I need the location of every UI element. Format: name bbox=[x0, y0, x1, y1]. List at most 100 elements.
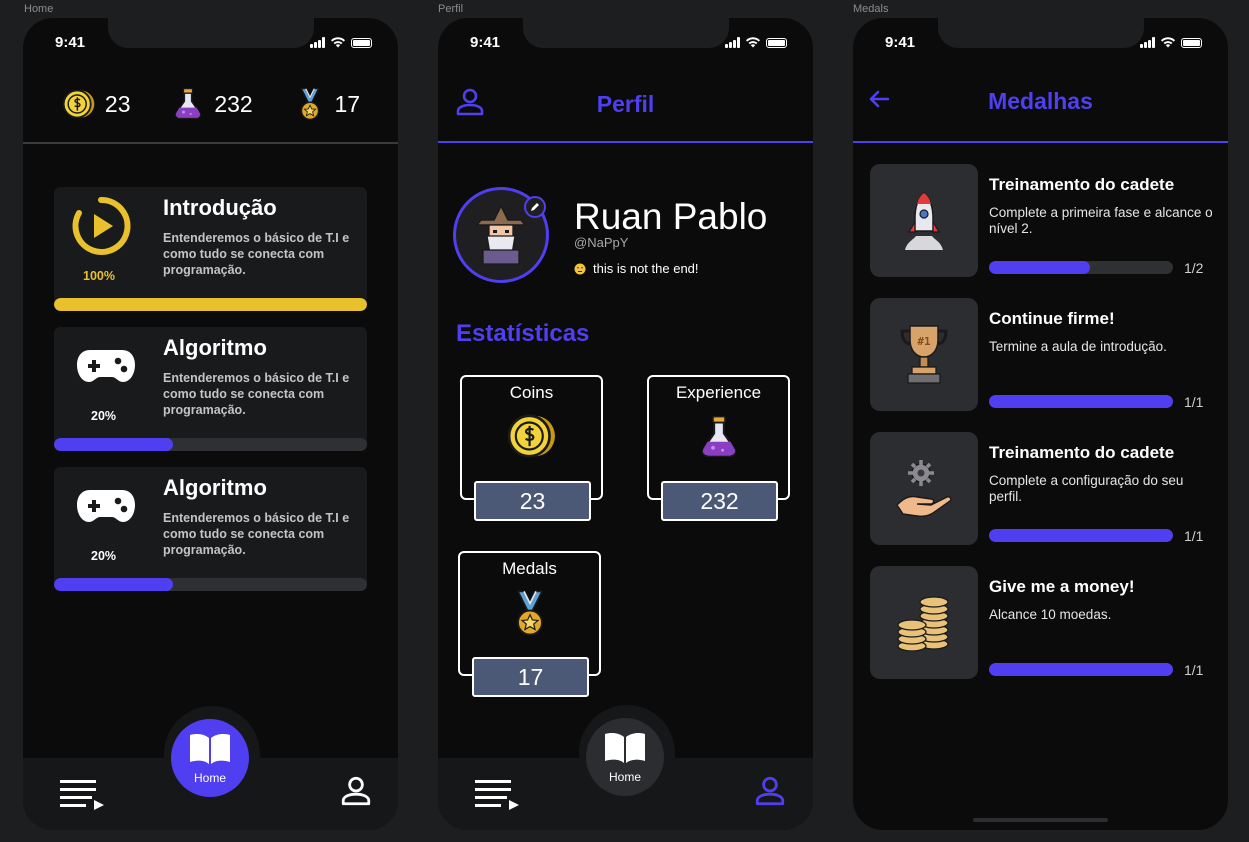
trophy-icon: #1 bbox=[900, 324, 948, 384]
divider bbox=[23, 142, 398, 144]
coins-label: Coins bbox=[509, 383, 554, 402]
medal-count: 1/1 bbox=[1184, 662, 1204, 678]
course-title: Introdução bbox=[163, 195, 277, 220]
wifi-icon bbox=[1161, 37, 1175, 48]
notch bbox=[108, 18, 314, 48]
medal-icon bbox=[506, 585, 554, 641]
page-title: Perfil bbox=[596, 91, 655, 117]
course-progress-bar bbox=[54, 578, 367, 591]
header-divider bbox=[853, 141, 1228, 143]
medal-image bbox=[870, 432, 978, 545]
course-title: Algoritmo bbox=[163, 475, 267, 500]
status-icons bbox=[725, 37, 787, 48]
tab-home-label: Home bbox=[608, 769, 641, 784]
course-progress-bar bbox=[54, 298, 367, 311]
gamepad-icon bbox=[76, 348, 136, 384]
medal-count: 1/2 bbox=[1184, 260, 1204, 276]
frame-label-perfil: Perfil bbox=[438, 3, 464, 15]
course-title: Algoritmo bbox=[163, 335, 267, 360]
medal-icon bbox=[293, 86, 327, 122]
status-time: 9:41 bbox=[470, 34, 501, 51]
coins-stat: 23 bbox=[61, 86, 131, 122]
medal-count: 1/1 bbox=[1184, 394, 1204, 410]
tab-profile-icon[interactable] bbox=[753, 774, 787, 808]
medals-value: 17 bbox=[334, 90, 361, 117]
wifi-icon bbox=[331, 37, 345, 48]
tab-profile-icon[interactable] bbox=[339, 774, 373, 808]
medals-screen: 9:41 Medalhas Treinamento do cadete Comp… bbox=[853, 18, 1228, 830]
wifi-icon bbox=[746, 37, 760, 48]
course-card[interactable]: Introdução Entenderemos o básico de T.I … bbox=[54, 187, 367, 311]
notch bbox=[523, 18, 729, 48]
course-progress-bar bbox=[54, 438, 367, 451]
course-progress-label: 20% bbox=[91, 549, 117, 563]
battery-icon bbox=[1181, 37, 1202, 48]
potion-icon bbox=[170, 86, 206, 122]
experience-value-box: 232 bbox=[661, 481, 778, 521]
coin-icon bbox=[61, 86, 97, 122]
experience-stat: 232 bbox=[170, 86, 253, 122]
course-card[interactable]: Algoritmo Entenderemos o básico de T.I e… bbox=[54, 467, 367, 591]
notch bbox=[938, 18, 1144, 48]
currency-bar: 23 232 17 bbox=[23, 86, 398, 122]
tab-home-button[interactable]: Home bbox=[586, 718, 664, 796]
medal-title: Treinamento do cadete bbox=[989, 175, 1175, 194]
frame-label-medals: Medals bbox=[853, 3, 889, 15]
course-description: Entenderemos o básico de T.I e como tudo… bbox=[163, 231, 350, 277]
medal-description: Complete a primeira fase e alcance o nív… bbox=[989, 205, 1213, 236]
trophy-text: #1 bbox=[917, 335, 931, 348]
status-icons bbox=[1140, 37, 1202, 48]
play-circle-icon bbox=[72, 196, 131, 255]
course-progress-label: 20% bbox=[91, 409, 117, 423]
battery-icon bbox=[351, 37, 372, 48]
coin-stack-icon bbox=[897, 595, 949, 652]
tab-home-label: Home bbox=[193, 770, 226, 785]
signal-icon bbox=[725, 37, 740, 48]
course-description: Entenderemos o básico de T.I e como tudo… bbox=[163, 511, 350, 557]
medal-description: Complete a configuração do seu perfil. bbox=[989, 473, 1184, 504]
medal-title: Treinamento do cadete bbox=[989, 443, 1175, 462]
signal-icon bbox=[310, 37, 325, 48]
course-card[interactable]: Algoritmo Entenderemos o básico de T.I e… bbox=[54, 327, 367, 451]
status-time: 9:41 bbox=[55, 34, 86, 51]
tab-list-icon[interactable] bbox=[60, 778, 106, 810]
emoji-icon bbox=[574, 263, 586, 274]
potion-icon bbox=[695, 409, 743, 465]
medal-progress-bar bbox=[989, 395, 1173, 408]
battery-icon bbox=[766, 37, 787, 48]
medal-progress-bar bbox=[989, 261, 1173, 274]
medals-label: Medals bbox=[502, 559, 557, 578]
edit-avatar-button[interactable] bbox=[524, 196, 546, 218]
experience-label: Experience bbox=[675, 383, 762, 402]
profile-handle: @NaPpY bbox=[574, 235, 629, 250]
coin-icon bbox=[505, 409, 559, 463]
page-title: Medalhas bbox=[988, 88, 1093, 114]
home-screen: 9:41 23 232 17 Introdução Entenderemos o… bbox=[23, 18, 398, 830]
home-indicator bbox=[973, 818, 1108, 822]
medal-count: 1/1 bbox=[1184, 528, 1204, 544]
experience-value: 232 bbox=[214, 90, 253, 117]
signal-icon bbox=[1140, 37, 1155, 48]
profile-screen: 9:41 Perfil Ruan Pablo @NaPpY this is no… bbox=[438, 18, 813, 830]
tab-home-button[interactable]: Home bbox=[171, 719, 249, 797]
wizard-avatar-icon bbox=[475, 204, 527, 265]
course-progress-label: 100% bbox=[83, 269, 115, 283]
section-title-stats: Estatísticas bbox=[456, 320, 590, 347]
medal-description: Alcance 10 moedas. bbox=[989, 607, 1112, 622]
status-time: 9:41 bbox=[885, 34, 916, 51]
gear-hand-icon bbox=[896, 459, 952, 517]
bio-text: this is not the end! bbox=[593, 261, 699, 276]
medal-title: Continue firme! bbox=[989, 309, 1115, 328]
tab-list-icon[interactable] bbox=[475, 778, 521, 810]
profile-name: Ruan Pablo bbox=[574, 196, 768, 237]
pencil-icon bbox=[531, 203, 539, 211]
medal-image: #1 bbox=[870, 298, 978, 411]
book-icon bbox=[188, 732, 232, 766]
rocket-icon bbox=[905, 191, 943, 250]
frame-label-home: Home bbox=[24, 3, 54, 15]
medal-progress-bar bbox=[989, 663, 1173, 676]
medal-progress-bar bbox=[989, 529, 1173, 542]
medal-image bbox=[870, 566, 978, 679]
header-divider bbox=[438, 141, 813, 143]
medal-description: Termine a aula de introdução. bbox=[989, 339, 1167, 354]
